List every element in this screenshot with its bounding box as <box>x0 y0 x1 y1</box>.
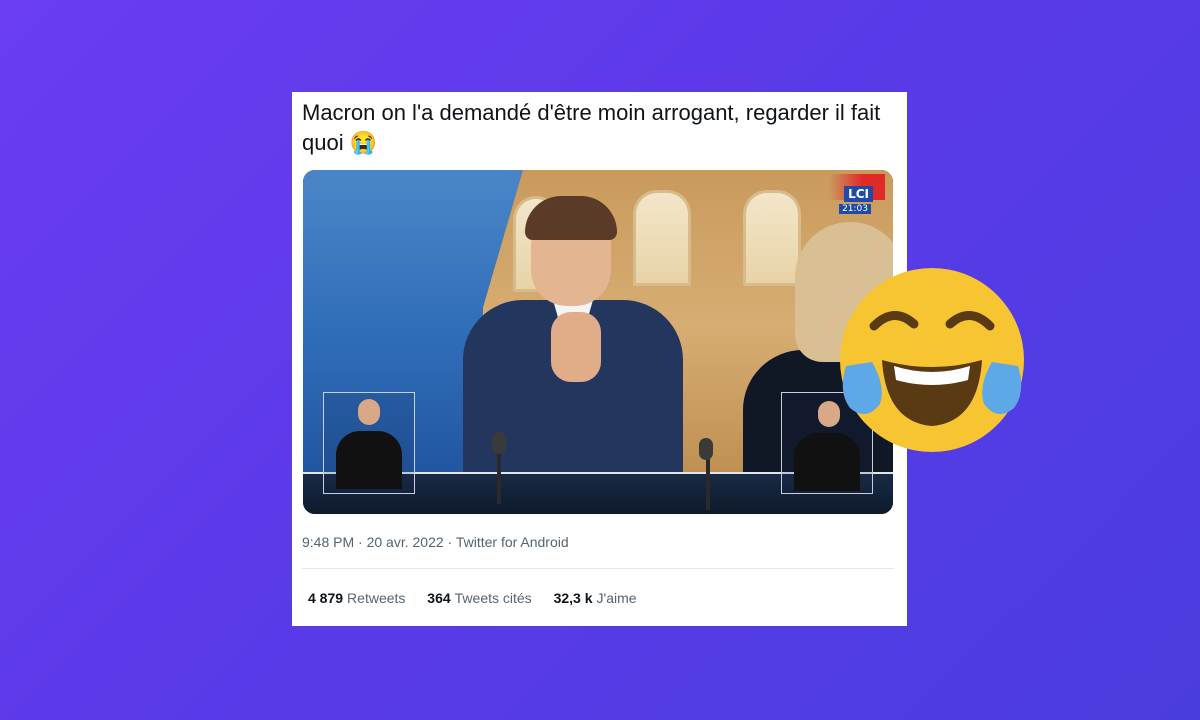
person-main-hands <box>551 312 601 382</box>
divider <box>302 568 894 569</box>
likes-stat[interactable]: 32,3 k J'aime <box>554 590 637 606</box>
channel-time: 21:03 <box>839 204 871 214</box>
retweets-label: Retweets <box>347 590 406 606</box>
tweet-text-body: Macron on l'a demandé d'être moin arroga… <box>302 100 881 155</box>
quote-tweets-label: Tweets cités <box>454 590 532 606</box>
face-with-tears-of-joy-icon <box>840 268 1024 452</box>
retweets-count: 4 879 <box>308 590 344 606</box>
retweets-stat[interactable]: 4 879 Retweets <box>308 590 405 606</box>
likes-count: 32,3 k <box>553 590 593 606</box>
tweet-media-image[interactable]: LCI 21:03 <box>303 170 893 514</box>
tweet-stats: 4 879 Retweets 364 Tweets cités 32,3 k J'ai… <box>308 590 655 606</box>
sign-language-inset-left <box>323 392 415 494</box>
microphone-head <box>699 438 713 460</box>
tweet-text: Macron on l'a demandé d'être moin arroga… <box>302 98 902 158</box>
loudly-crying-face-icon: 😭 <box>349 130 378 155</box>
signer-body <box>336 431 402 489</box>
emoji-right-tear <box>982 362 1022 415</box>
signer-head <box>358 399 380 425</box>
quote-tweets-count: 364 <box>427 590 451 606</box>
emoji-left-tear <box>842 362 882 415</box>
media-window <box>633 190 691 286</box>
tweet-timestamp[interactable]: 9:48 PM · 20 avr. 2022 · Twitter for And… <box>302 534 569 550</box>
media-window <box>743 190 801 286</box>
quote-tweets-stat[interactable]: 364 Tweets cités <box>427 590 531 606</box>
microphone-head <box>492 432 506 454</box>
tweet-card[interactable]: Macron on l'a demandé d'être moin arroga… <box>292 92 907 626</box>
likes-label: J'aime <box>596 590 637 606</box>
channel-logo: LCI <box>844 186 873 202</box>
